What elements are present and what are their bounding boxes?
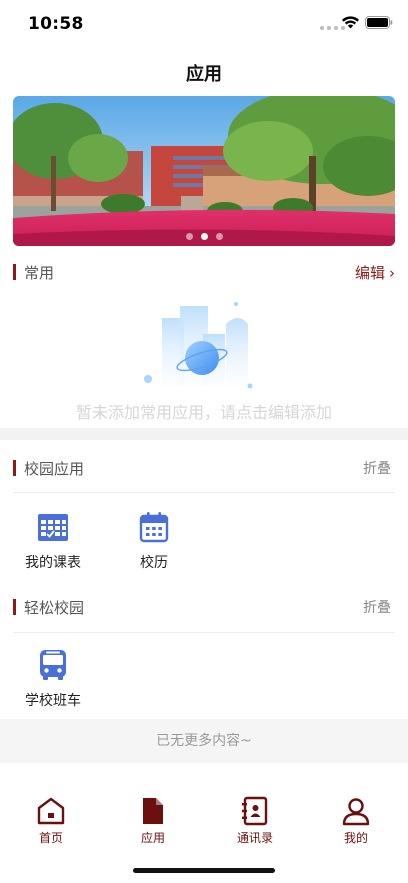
home-indicator: [133, 868, 275, 873]
tab-label: 通讯录: [236, 831, 273, 845]
timetable-icon: [38, 514, 68, 541]
app-tile-calendar[interactable]: 校历: [114, 510, 194, 580]
tab-me[interactable]: 我的: [316, 796, 396, 846]
section-header-easy-campus: 轻松校园 折叠: [13, 596, 395, 618]
banner-carousel[interactable]: [13, 96, 395, 246]
section-header-common: 常用 编辑 ›: [13, 261, 395, 283]
tab-contacts[interactable]: 通讯录: [215, 796, 295, 846]
banner-pagination: [13, 233, 395, 240]
page-title: 应用: [186, 64, 222, 85]
banner-dot-active[interactable]: [200, 233, 208, 240]
calendar-icon: [139, 512, 169, 543]
section-title: 常用: [24, 264, 55, 282]
banner-dot[interactable]: [185, 233, 193, 240]
banner-dot[interactable]: [215, 233, 223, 240]
status-time: 10:58: [28, 14, 84, 34]
app-tile-label: 学校班车: [25, 693, 81, 709]
divider: [13, 632, 395, 633]
empty-state-illustration: [144, 302, 253, 389]
battery-icon: [365, 16, 393, 29]
chevron-right-icon: ›: [389, 264, 395, 282]
collapse-button[interactable]: 折叠: [363, 458, 391, 478]
app-tile-label: 我的课表: [25, 555, 81, 571]
tab-home[interactable]: 首页: [11, 796, 91, 846]
document-icon: [143, 798, 163, 824]
edit-button[interactable]: 编辑 ›: [355, 262, 395, 283]
app-tile-school-bus[interactable]: 学校班车: [13, 648, 93, 718]
tab-label: 首页: [38, 831, 63, 845]
section-accent-bar: [13, 264, 16, 280]
divider: [13, 492, 395, 493]
status-bar: 10:58: [0, 0, 408, 48]
app-tile-label: 校历: [140, 555, 168, 571]
tab-label: 我的: [343, 831, 368, 845]
user-icon: [342, 798, 370, 826]
edit-label: 编辑: [354, 264, 385, 282]
tab-bar: 首页 应用 通讯录 我的: [0, 786, 408, 850]
tab-apps[interactable]: 应用: [113, 796, 193, 846]
wifi-icon: [342, 16, 359, 29]
tab-label: 应用: [140, 831, 165, 845]
home-icon: [37, 797, 65, 825]
section-title: 校园应用: [24, 460, 85, 478]
section-accent-bar: [13, 599, 16, 615]
bus-icon: [40, 650, 66, 680]
app-tile-timetable[interactable]: 我的课表: [13, 510, 93, 580]
section-separator: [0, 428, 408, 440]
campus-photo: [13, 96, 395, 246]
section-title: 轻松校园: [24, 599, 85, 617]
section-accent-bar: [13, 460, 16, 476]
section-header-campus-apps: 校园应用 折叠: [13, 457, 395, 479]
no-more-content: 已无更多内容~: [0, 719, 408, 763]
collapse-button[interactable]: 折叠: [363, 597, 391, 617]
empty-state-text: 暂未添加常用应用，请点击编辑添加: [75, 403, 332, 422]
contacts-icon: [242, 796, 268, 826]
